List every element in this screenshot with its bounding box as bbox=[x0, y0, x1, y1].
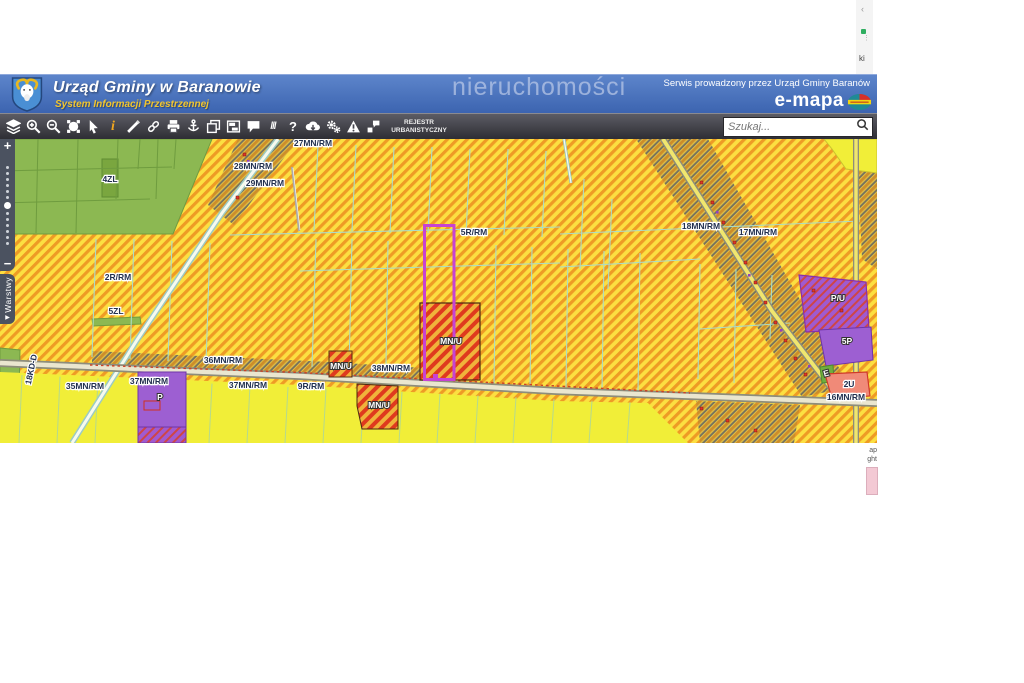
zoom-slider-dot[interactable] bbox=[6, 212, 9, 215]
info-icon[interactable]: i bbox=[103, 116, 123, 138]
zone-label: 17MN/RM bbox=[739, 227, 777, 237]
zone-label: P/U bbox=[831, 293, 845, 303]
register-urbanistyczny-button[interactable]: REJESTR URBANISTYCZNY bbox=[387, 119, 451, 135]
zoom-slider-dot[interactable] bbox=[6, 218, 9, 221]
map-toolbar: i /// ? bbox=[0, 113, 877, 139]
zone-label: 9R/RM bbox=[298, 381, 324, 391]
expand-arrow-icon: ▶ bbox=[5, 314, 10, 321]
copy-icon[interactable] bbox=[203, 116, 223, 138]
zoom-slider-dot[interactable] bbox=[6, 184, 9, 187]
map-attribution-fragment: apght bbox=[856, 443, 877, 495]
zoom-slider-dot[interactable] bbox=[6, 190, 9, 193]
zone-label: 5P bbox=[842, 336, 853, 346]
layout-panels-icon[interactable] bbox=[223, 116, 243, 138]
zone-label: 29MN/RM bbox=[246, 178, 284, 188]
zone-label: 37MN/RM bbox=[229, 380, 267, 390]
app-header: Urząd Gminy w Baranowie System Informacj… bbox=[0, 74, 877, 113]
zone-label: 36MN/RM bbox=[204, 355, 242, 365]
zone-label: 18MN/RM bbox=[682, 221, 720, 231]
zone-label: MN/U bbox=[330, 361, 352, 371]
settings-gears-icon[interactable] bbox=[323, 116, 343, 138]
warning-icon[interactable] bbox=[343, 116, 363, 138]
zoom-slider-dot[interactable] bbox=[6, 172, 9, 175]
zone-label: 2U bbox=[844, 379, 855, 389]
browser-edge-fragments: ‹ ⋮ ki bbox=[856, 0, 873, 74]
zone-label: 2R/RM bbox=[105, 272, 131, 282]
hatch-lines-icon[interactable]: /// bbox=[263, 116, 283, 138]
pointer-icon[interactable] bbox=[83, 116, 103, 138]
green-dot-icon bbox=[861, 29, 866, 34]
zone-label: 16MN/RM bbox=[827, 392, 865, 402]
zoom-slider-dot[interactable] bbox=[6, 230, 9, 233]
search-icon[interactable] bbox=[856, 118, 870, 136]
zoom-slider-dot[interactable] bbox=[4, 202, 11, 209]
layers-icon[interactable] bbox=[3, 116, 23, 138]
measure-icon[interactable] bbox=[123, 116, 143, 138]
zoom-slider-dot[interactable] bbox=[6, 236, 9, 239]
map-canvas[interactable]: L4ZL27MN/RM28MN/RM29MN/RM2R/RM5ZL5R/RM18… bbox=[0, 139, 877, 443]
watermark-text: nieruchomości bbox=[452, 73, 626, 102]
zone-label: 28MN/RM bbox=[234, 161, 272, 171]
zoom-slider[interactable] bbox=[4, 153, 11, 257]
attribution-text: ght bbox=[856, 455, 877, 464]
select-area-icon[interactable] bbox=[63, 116, 83, 138]
search-box bbox=[723, 117, 873, 137]
page-text-fragment: ki bbox=[859, 54, 865, 63]
zone-label: MN/U bbox=[368, 400, 390, 410]
feedback-icon[interactable] bbox=[363, 116, 383, 138]
comment-icon[interactable] bbox=[243, 116, 263, 138]
print-icon[interactable] bbox=[163, 116, 183, 138]
zone-label: 35MN/RM bbox=[66, 381, 104, 391]
zone-label: 4ZL bbox=[102, 174, 117, 184]
zoom-slider-dot[interactable] bbox=[6, 196, 9, 199]
zone-label: 37MN/RM bbox=[130, 376, 168, 386]
search-input[interactable] bbox=[724, 121, 856, 133]
chevron-icon[interactable]: ‹ bbox=[861, 4, 864, 14]
attribution-badge bbox=[866, 467, 878, 495]
service-note: Serwis prowadzony przez Urząd Gminy Bara… bbox=[664, 78, 870, 89]
zoom-out-button[interactable]: − bbox=[4, 257, 12, 271]
attribution-text: ap bbox=[856, 446, 877, 455]
screen: ‹ ⋮ ki Urząd Gminy w Baranowie System In… bbox=[0, 0, 1024, 683]
anchor-icon[interactable] bbox=[183, 116, 203, 138]
coat-of-arms bbox=[11, 77, 43, 117]
zoom-in-button[interactable]: + bbox=[4, 139, 12, 153]
site-title: Urząd Gminy w Baranowie bbox=[53, 79, 261, 97]
help-icon[interactable]: ? bbox=[283, 116, 303, 138]
link-icon[interactable] bbox=[143, 116, 163, 138]
zoom-slider-dot[interactable] bbox=[6, 166, 9, 169]
menu-dots-icon[interactable]: ⋮ bbox=[863, 37, 870, 40]
cloud-download-icon[interactable] bbox=[303, 116, 323, 138]
layers-panel-tab[interactable]: Warstwy ▶ bbox=[0, 274, 15, 324]
zoom-slider-dot[interactable] bbox=[6, 242, 9, 245]
emapa-logo-text[interactable]: e-mapa bbox=[774, 90, 844, 112]
site-subtitle: System Informacji Przestrzennej bbox=[55, 99, 209, 110]
zone-label: 38MN/RM bbox=[372, 363, 410, 373]
zoom-slider-dot[interactable] bbox=[6, 224, 9, 227]
zoom-slider-dot[interactable] bbox=[6, 178, 9, 181]
zone-label: 5R/RM bbox=[461, 227, 487, 237]
zone-label: P bbox=[157, 392, 163, 402]
zoom-control[interactable]: + − bbox=[0, 139, 15, 271]
zone-label: MN/U bbox=[440, 336, 462, 346]
zone-label: 5ZL bbox=[108, 306, 123, 316]
zoom-out-icon[interactable] bbox=[43, 116, 63, 138]
zoom-in-icon[interactable] bbox=[23, 116, 43, 138]
zone-label: 27MN/RM bbox=[294, 139, 332, 148]
